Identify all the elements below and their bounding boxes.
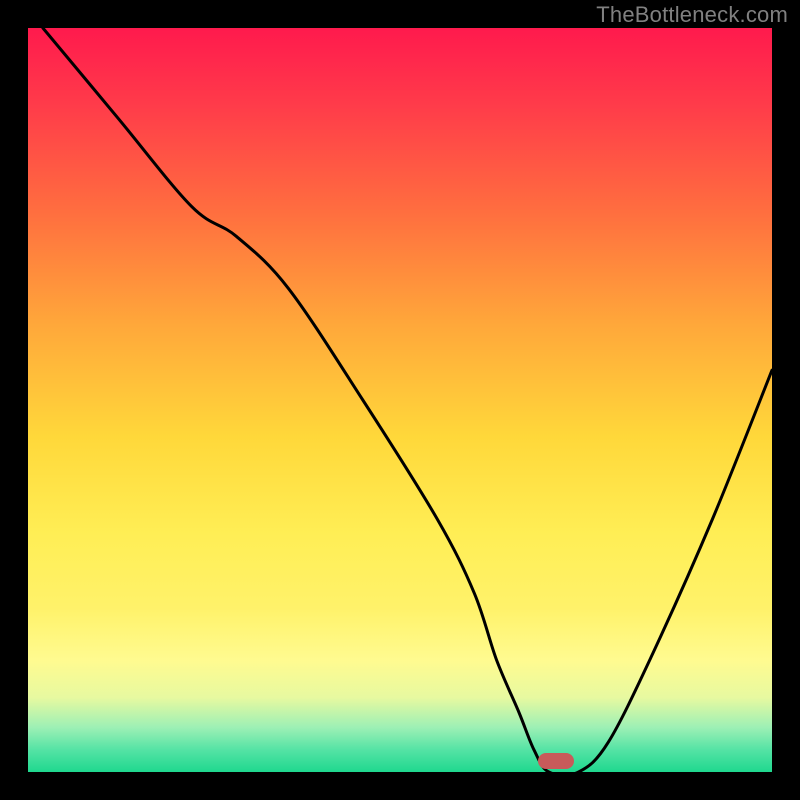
optimum-marker	[538, 753, 574, 769]
watermark-text: TheBottleneck.com	[596, 2, 788, 28]
bottleneck-curve	[43, 28, 772, 772]
curve-layer	[28, 28, 772, 772]
plot-area	[28, 28, 772, 772]
chart-frame: TheBottleneck.com	[0, 0, 800, 800]
